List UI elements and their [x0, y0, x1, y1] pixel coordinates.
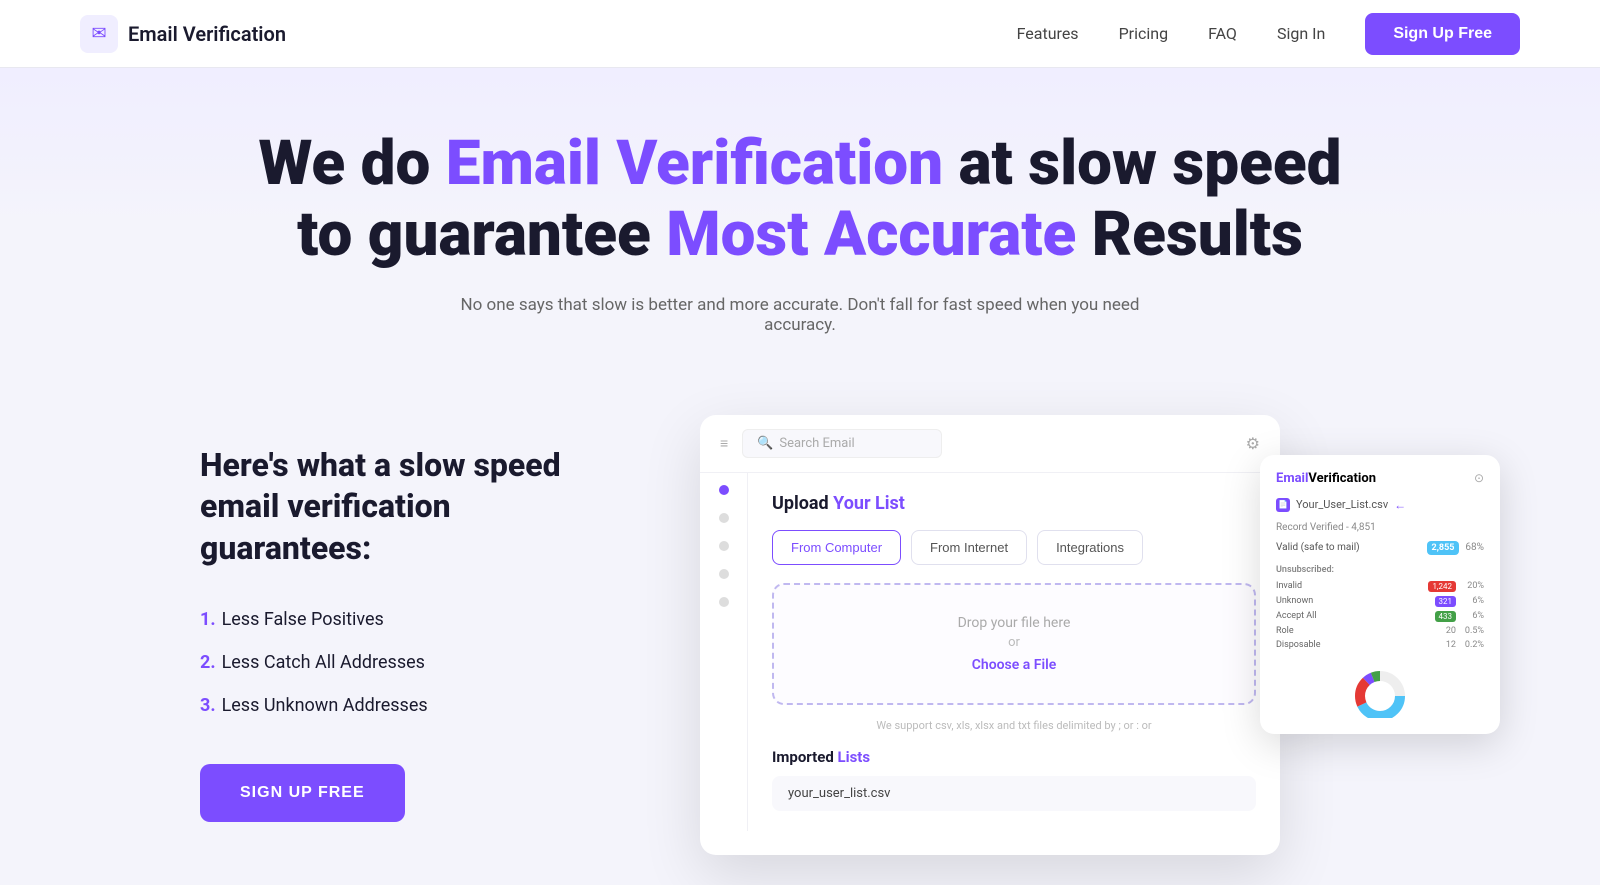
logo-text: Email Verification: [128, 22, 286, 46]
mockup-topbar: ≡ 🔍 Search Email ⚙: [700, 415, 1280, 473]
search-placeholder: Search Email: [779, 436, 854, 451]
mockup-panel: ≡ 🔍 Search Email ⚙: [700, 415, 1280, 855]
hero-subtext: No one says that slow is better and more…: [450, 295, 1150, 335]
hero-headline2-suffix: Results: [1076, 198, 1303, 271]
stat-row-invalid: Invalid 1,242 20%: [1276, 581, 1484, 592]
imported-title: Imported Lists: [772, 748, 1256, 766]
sidebar-dot-4[interactable]: [719, 597, 729, 607]
nav-signin[interactable]: Sign In: [1277, 24, 1325, 43]
hero-headline-prefix: We do: [258, 127, 445, 200]
hamburger-icon[interactable]: ≡: [720, 435, 728, 452]
hero-headline2-accent: Most Accurate: [666, 198, 1076, 271]
valid-count-badge: 2,855: [1427, 541, 1460, 555]
logo[interactable]: ✉ Email Verification: [80, 15, 286, 53]
nav-signup-button[interactable]: Sign Up Free: [1365, 13, 1520, 55]
gear-icon[interactable]: ⚙: [1246, 434, 1260, 453]
navbar: ✉ Email Verification Features Pricing FA…: [0, 0, 1600, 68]
topbar-left: ≡ 🔍 Search Email: [720, 429, 942, 458]
tab-from-computer[interactable]: From Computer: [772, 530, 901, 565]
donut-chart: [1276, 658, 1484, 718]
file-row: 📄 Your_User_List.csv ←: [1276, 498, 1484, 512]
overlay-header: EmailVerification ⊙: [1276, 471, 1484, 486]
left-heading: Here's what a slow speed email verificat…: [200, 445, 620, 570]
tab-integrations[interactable]: Integrations: [1037, 530, 1143, 565]
stat-row-role: Role 20 0.5%: [1276, 626, 1484, 636]
guarantee-list: 1. Less False Positives 2. Less Catch Al…: [200, 609, 620, 716]
record-text: Record Verified - 4,851: [1276, 522, 1484, 533]
nav-pricing[interactable]: Pricing: [1119, 24, 1169, 43]
hero-headline: We do Email Verification at slow speed t…: [80, 128, 1520, 271]
file-icon: 📄: [1276, 498, 1290, 512]
valid-pct: 68%: [1465, 542, 1484, 553]
overlay-panel: EmailVerification ⊙ 📄 Your_User_List.csv…: [1260, 455, 1500, 734]
imported-section: Imported Lists your_user_list.csv: [772, 748, 1256, 811]
stat-row-unknown: Unknown 321 6%: [1276, 596, 1484, 607]
left-column: Here's what a slow speed email verificat…: [200, 415, 620, 823]
nav-links: Features Pricing FAQ Sign In Sign Up Fre…: [1017, 13, 1520, 55]
left-heading-line1: Here's what a slow speed: [200, 446, 561, 484]
hero-section: We do Email Verification at slow speed t…: [0, 68, 1600, 335]
main-content: Here's what a slow speed email verificat…: [0, 385, 1600, 885]
stat-row-acceptall: Accept All 433 6%: [1276, 611, 1484, 622]
file-name: Your_User_List.csv: [1296, 498, 1388, 511]
sidebar-dot-3[interactable]: [719, 569, 729, 579]
upload-title: Upload Your List: [772, 493, 1256, 514]
list-item: 3. Less Unknown Addresses: [200, 695, 620, 716]
mockup-body: Upload Your List From Computer From Inte…: [700, 473, 1280, 831]
hero-headline-suffix: at slow speed: [943, 127, 1341, 200]
choose-file-link[interactable]: Choose a File: [972, 657, 1057, 673]
list-item: 2. Less Catch All Addresses: [200, 652, 620, 673]
stat-row-disposable: Disposable 12 0.2%: [1276, 640, 1484, 650]
sidebar-dot-active[interactable]: [719, 485, 729, 495]
hero-headline2-prefix: to guarantee: [297, 198, 666, 271]
dropzone-text: Drop your file here: [794, 615, 1234, 631]
sidebar-dot-1[interactable]: [719, 513, 729, 523]
imported-list-item[interactable]: your_user_list.csv: [772, 776, 1256, 811]
mockup-sidebar: [700, 473, 748, 831]
hero-signup-button[interactable]: SIGN UP FREE: [200, 764, 405, 822]
search-box[interactable]: 🔍 Search Email: [742, 429, 942, 458]
right-column: ≡ 🔍 Search Email ⚙: [700, 415, 1470, 885]
or-text: or: [794, 635, 1234, 650]
arrow-icon: ←: [1394, 498, 1406, 512]
list-item: 1. Less False Positives: [200, 609, 620, 630]
dropzone[interactable]: Drop your file here or Choose a File: [772, 583, 1256, 705]
overlay-menu-icon[interactable]: ⊙: [1474, 471, 1484, 485]
tab-from-internet[interactable]: From Internet: [911, 530, 1027, 565]
valid-label: Valid (safe to mail): [1276, 542, 1421, 553]
overlay-title: EmailVerification: [1276, 471, 1376, 486]
nav-features[interactable]: Features: [1017, 24, 1079, 43]
mockup-content: Upload Your List From Computer From Inte…: [748, 473, 1280, 831]
search-icon: 🔍: [757, 436, 773, 451]
tab-row: From Computer From Internet Integrations: [772, 530, 1256, 565]
hero-headline-accent: Email Verification: [446, 127, 943, 200]
support-text: We support csv, xls, xlsx and txt files …: [772, 719, 1256, 732]
logo-icon: ✉: [80, 15, 118, 53]
valid-row: Valid (safe to mail) 2,855 68%: [1276, 541, 1484, 555]
nav-faq[interactable]: FAQ: [1208, 24, 1237, 43]
sidebar-dot-2[interactable]: [719, 541, 729, 551]
unsub-label: Unsubscribed:: [1276, 565, 1484, 575]
left-heading-line2: email verification guarantees:: [200, 487, 451, 567]
